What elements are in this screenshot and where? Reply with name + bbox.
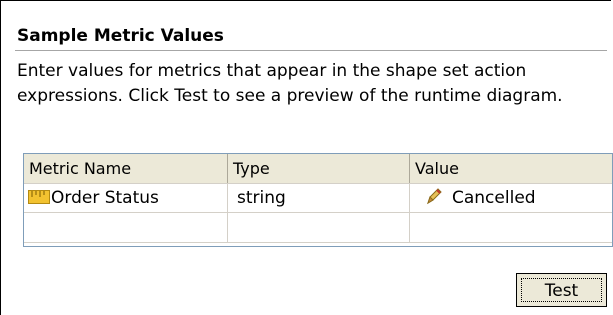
table-row[interactable]: Order Status string Cancelled (24, 183, 612, 213)
metric-type-cell[interactable]: string (228, 183, 410, 213)
empty-cell[interactable] (24, 213, 228, 243)
empty-cell[interactable] (410, 213, 613, 243)
metric-name-cell[interactable]: Order Status (24, 183, 228, 213)
test-button-label: Test (521, 278, 602, 302)
section-title: Sample Metric Values (17, 26, 224, 46)
table-row[interactable] (24, 213, 612, 243)
column-header-value[interactable]: Value (410, 154, 613, 183)
metric-value-text: Cancelled (452, 188, 536, 208)
test-button[interactable]: Test (516, 273, 607, 307)
section-description: Enter values for metrics that appear in … (17, 61, 563, 106)
empty-cell[interactable] (228, 213, 410, 243)
metric-type-text: string (237, 188, 286, 208)
column-header-metric-name[interactable]: Metric Name (24, 154, 228, 183)
column-header-type[interactable]: Type (228, 154, 410, 183)
title-divider (15, 50, 607, 51)
metric-name-text: Order Status (51, 188, 159, 208)
metric-value-cell[interactable]: Cancelled (410, 183, 613, 213)
pencil-icon (424, 186, 444, 206)
metric-ruler-icon (28, 190, 50, 204)
metric-values-table: Metric Name Type Value Order Status stri… (23, 153, 613, 247)
sample-metric-values-panel: Sample Metric Values Enter values for me… (0, 0, 613, 315)
table-header: Metric Name Type Value (24, 154, 612, 184)
